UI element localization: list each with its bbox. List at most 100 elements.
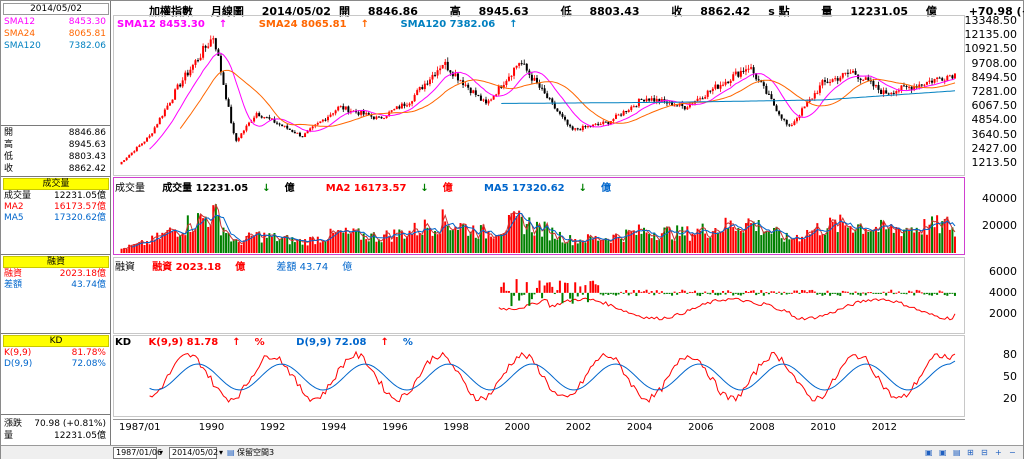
candle-body [444, 61, 447, 65]
volume-bar [742, 232, 745, 253]
margin-diff-bar [673, 291, 676, 293]
candle-body [240, 133, 243, 139]
start-date-field[interactable]: 1987/01/06 [113, 447, 162, 459]
toolbar-icon-3[interactable]: ▤ [953, 447, 961, 459]
candle-body [584, 126, 587, 128]
kd-chart[interactable] [113, 335, 965, 417]
candle-body [459, 80, 462, 82]
candle-body [347, 106, 350, 113]
candle-body [482, 99, 485, 101]
start-date-dropdown-icon[interactable]: ▾ [159, 447, 163, 459]
toolbar-icon-5[interactable]: ⊟ [981, 447, 988, 459]
candle-body [492, 95, 495, 100]
candle-body [326, 116, 329, 121]
candle-body [576, 128, 579, 130]
save-space-label[interactable]: 保留空間 [237, 447, 269, 459]
margin-diff-bar [780, 292, 783, 295]
volume-bar [214, 204, 217, 253]
toolbar-icon-4[interactable]: ⊞ [967, 447, 974, 459]
candle-body [181, 80, 184, 87]
margin-chart[interactable] [113, 257, 965, 334]
margin-diff-bar [645, 289, 648, 293]
candle-body [653, 98, 656, 102]
candle-body [507, 76, 510, 81]
candle-body [477, 94, 480, 96]
volume-tick-label: 40000 [982, 192, 1017, 206]
end-date-field[interactable]: 2014/05/02 [169, 447, 218, 459]
candle-body [795, 118, 798, 122]
candle-body [953, 73, 956, 79]
margin-diff-bar [660, 291, 663, 293]
price-chart[interactable] [113, 15, 965, 176]
volume-bar [530, 232, 533, 253]
volume-bar [365, 239, 368, 253]
candle-body [872, 81, 875, 87]
volume-bar [428, 227, 431, 253]
margin-diff-bar [576, 292, 579, 297]
margin-diff-bar [941, 291, 944, 293]
candle-body [490, 99, 493, 101]
candle-body [479, 95, 482, 101]
candle-body [487, 100, 490, 104]
volume-bar [199, 214, 202, 253]
margin-diff-bar [523, 292, 526, 295]
candle-body [951, 75, 954, 79]
candle-body [530, 74, 533, 81]
volume-bar [377, 239, 380, 253]
candle-body [732, 74, 735, 81]
volume-bar [767, 231, 770, 253]
margin-diff-bar [920, 292, 923, 294]
volume-bar [321, 240, 324, 253]
candle-body [849, 72, 852, 74]
margin-diff-bar [857, 292, 860, 295]
volume-bar [923, 219, 926, 253]
margin-diff-bar [625, 290, 628, 293]
margin-diff-bar [895, 292, 898, 294]
toolbar-icon-1[interactable]: ▣ [925, 447, 933, 459]
volume-bar [645, 232, 648, 253]
x-tick-label: 2004 [626, 422, 653, 433]
price-pane-border [113, 15, 965, 176]
volume-bar [541, 236, 544, 253]
kd-tick-label: 50 [1003, 370, 1017, 383]
end-date-dropdown-icon[interactable]: ▾ [219, 447, 223, 459]
candle-body [485, 99, 488, 104]
margin-diff-bar [607, 292, 610, 295]
candle-body [362, 110, 365, 115]
candle-body [793, 121, 796, 125]
volume-bar [849, 226, 852, 253]
volume-bar [143, 244, 146, 253]
zoom-in-icon[interactable]: + [995, 447, 1002, 459]
candle-body [283, 125, 286, 127]
margin-diff-bar [892, 292, 895, 295]
volume-bar [752, 221, 755, 253]
candle-body [194, 60, 197, 65]
margin-diff-bar [902, 292, 905, 294]
volume-bar [693, 235, 696, 253]
volume-bar [347, 233, 350, 253]
toolbar-icon-2[interactable]: ▣ [939, 447, 947, 459]
volume-bar [546, 224, 549, 253]
info-column: 2014/05/02 SMA12 8453.30 SMA24 8065.81 SMA… [1, 1, 111, 446]
volume-bar [915, 227, 918, 253]
chart-icon[interactable]: ▤ [227, 447, 235, 459]
candle-body [602, 121, 605, 125]
margin-diff-bar [640, 291, 643, 293]
volume-chart[interactable] [113, 177, 965, 255]
volume-bar [306, 245, 309, 253]
zoom-out-icon[interactable]: − [1009, 447, 1016, 459]
candle-body [497, 85, 500, 95]
kd-axis: 80 50 20 [965, 335, 1023, 417]
info-date: 2014/05/02 [3, 3, 109, 15]
candle-body [304, 133, 307, 137]
margin-diff-bar [655, 290, 658, 293]
candle-body [158, 117, 161, 125]
candle-body [925, 81, 928, 85]
candle-body [823, 80, 826, 82]
candle-body [151, 133, 154, 136]
candle-body [640, 98, 643, 100]
margin-diff-bar [806, 292, 809, 294]
x-axis-line [113, 419, 965, 420]
volume-bar [734, 230, 737, 253]
candle-body [357, 112, 360, 115]
